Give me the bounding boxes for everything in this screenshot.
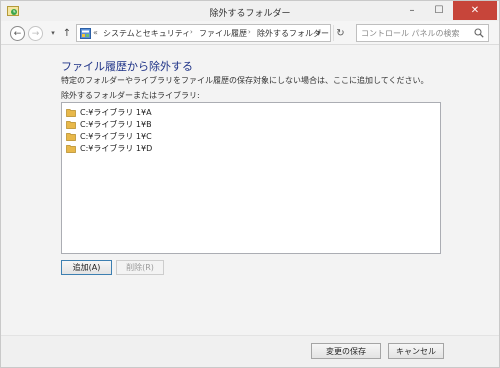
list-item-label: C:¥ライブラリ 1¥A xyxy=(80,107,152,117)
remove-button[interactable]: 削除(R) xyxy=(116,260,164,275)
folder-icon xyxy=(66,132,76,141)
list-item-label: C:¥ライブラリ 1¥D xyxy=(80,143,153,153)
list-item[interactable]: C:¥ライブラリ 1¥B xyxy=(66,118,152,130)
refresh-button[interactable]: ↻ xyxy=(333,25,347,41)
list-item[interactable]: C:¥ライブラリ 1¥A xyxy=(66,106,152,118)
address-dropdown[interactable]: ▾ xyxy=(313,24,325,42)
list-item[interactable]: C:¥ライブラリ 1¥D xyxy=(66,142,152,154)
back-button[interactable]: ← xyxy=(10,26,25,41)
recent-locations-dropdown[interactable]: ▾ xyxy=(48,27,58,39)
up-button[interactable]: ↑ xyxy=(61,26,73,40)
list-item[interactable]: C:¥ライブラリ 1¥C xyxy=(66,130,152,142)
page-description: 特定のフォルダーやライブラリをファイル履歴の保存対象にしない場合は、ここに追加し… xyxy=(61,76,429,85)
breadcrumb-separator[interactable]: › xyxy=(190,28,193,36)
address-bar[interactable]: « システムとセキュリティ › ファイル履歴 › 除外するフォルダー xyxy=(76,24,331,42)
breadcrumb-separator[interactable]: › xyxy=(248,28,251,36)
breadcrumb-system-security[interactable]: システムとセキュリティ xyxy=(103,28,190,39)
search-input[interactable]: コントロール パネルの検索 xyxy=(356,24,489,42)
folder-icon xyxy=(66,108,76,117)
breadcrumb-file-history[interactable]: ファイル履歴 xyxy=(199,28,247,39)
excluded-folders-list[interactable]: C:¥ライブラリ 1¥A C:¥ライブラリ 1¥B C:¥ライブラリ 1¥C C… xyxy=(61,102,441,254)
minimize-button[interactable]: – xyxy=(399,1,425,20)
cancel-button[interactable]: キャンセル xyxy=(388,343,444,359)
navigation-bar: ← → ▾ ↑ « システムとセキュリティ › ファイル履歴 › 除外するフォル… xyxy=(1,21,499,45)
forward-button[interactable]: → xyxy=(28,26,43,41)
search-icon xyxy=(474,28,484,38)
folder-icon xyxy=(66,120,76,129)
control-panel-icon xyxy=(80,28,91,39)
address-overflow-icon[interactable]: « xyxy=(93,28,98,37)
folder-icon xyxy=(66,144,76,153)
add-button[interactable]: 追加(A) xyxy=(61,260,112,275)
search-placeholder: コントロール パネルの検索 xyxy=(361,29,460,38)
list-item-label: C:¥ライブラリ 1¥B xyxy=(80,119,152,129)
excluded-list-label: 除外するフォルダーまたはライブラリ: xyxy=(61,91,200,100)
close-button[interactable]: ✕ xyxy=(453,1,497,20)
title-bar: 除外するフォルダー – ☐ ✕ xyxy=(1,1,499,21)
page-title: ファイル履歴から除外する xyxy=(61,60,193,73)
save-changes-button[interactable]: 変更の保存 xyxy=(311,343,381,359)
dialog-window: 除外するフォルダー – ☐ ✕ ← → ▾ ↑ « システムとセキュリティ › … xyxy=(0,0,500,368)
list-item-label: C:¥ライブラリ 1¥C xyxy=(80,131,152,141)
maximize-button[interactable]: ☐ xyxy=(426,1,452,20)
